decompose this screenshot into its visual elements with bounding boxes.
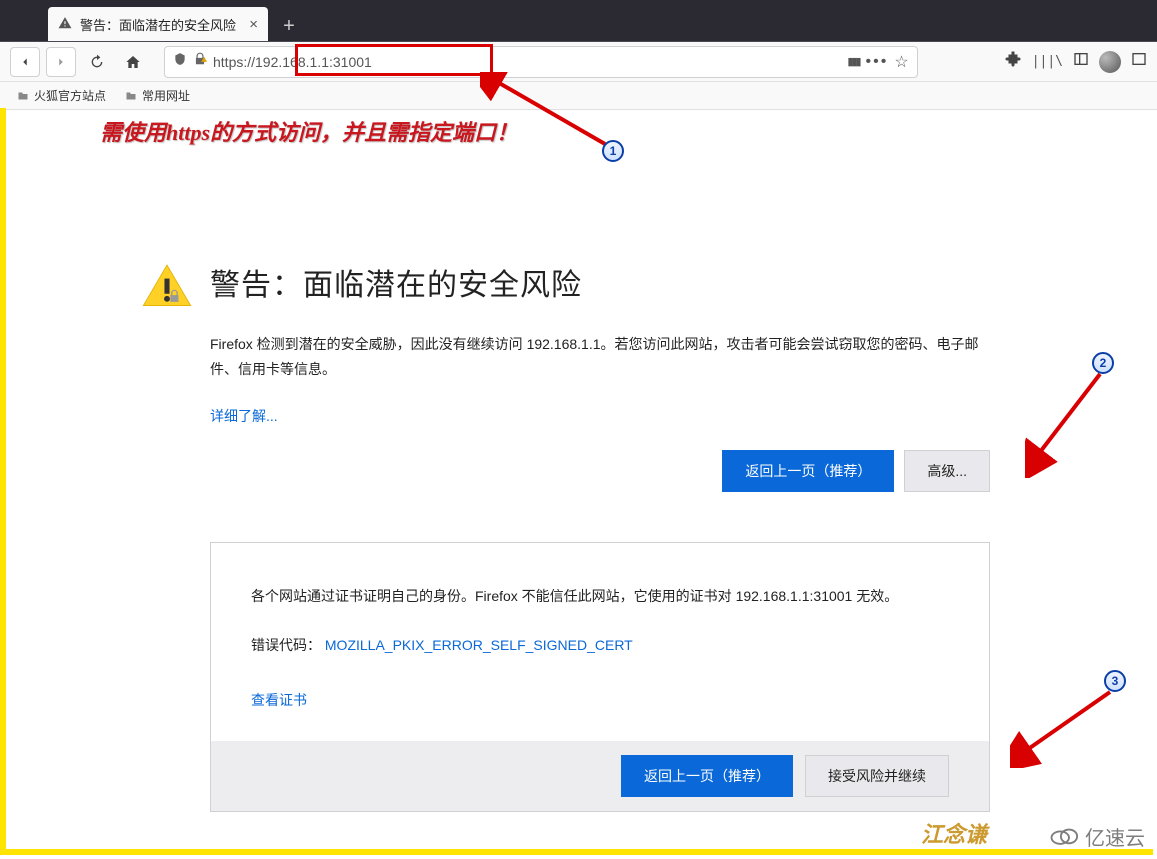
tab-title: 警告：面临潜在的安全风险 [80, 15, 236, 34]
advanced-details: 各个网站通过证书证明自己的身份。Firefox 不能信任此网站，它使用的证书对 … [210, 542, 990, 812]
error-code-label: 错误代码： [251, 637, 321, 653]
warning-title: 警告：面临潜在的安全风险 [210, 260, 990, 304]
toolbar-right: |||\ [1004, 50, 1147, 73]
home-button[interactable] [118, 47, 148, 77]
go-back-button[interactable]: 返回上一页（推荐） [722, 450, 894, 492]
author-watermark: 江念谦 [921, 817, 987, 849]
sidebar-icon[interactable] [1073, 51, 1089, 72]
back-button[interactable] [10, 47, 40, 77]
details-buttons: 返回上一页（推荐） 接受风险并继续 [211, 741, 989, 811]
details-go-back-button[interactable]: 返回上一页（推荐） [621, 755, 793, 797]
browser-tab[interactable]: 警告：面临潜在的安全风险 × [48, 7, 268, 41]
lock-warning-icon [193, 52, 207, 71]
advanced-button[interactable]: 高级... [904, 450, 990, 492]
bookmark-star-icon[interactable]: ☆ [894, 52, 908, 72]
annotation-arrow-2 [1025, 368, 1115, 478]
bookmark-label: 常用网址 [142, 87, 190, 104]
details-explain: 各个网站通过证书证明自己的身份。Firefox 不能信任此网站，它使用的证书对 … [251, 583, 949, 610]
view-certificate-link[interactable]: 查看证书 [251, 687, 307, 714]
page-actions-icon[interactable]: ••• [866, 53, 889, 71]
addons-icon[interactable] [1004, 50, 1022, 73]
accept-risk-button[interactable]: 接受风险并继续 [805, 755, 949, 797]
callout-1: 1 [602, 140, 624, 162]
url-text: https://192.168.1.1:31001 [213, 54, 841, 70]
close-tab-icon[interactable]: × [249, 16, 258, 33]
bookmark-folder[interactable]: 常用网址 [124, 87, 190, 104]
bookmark-label: 火狐官方站点 [34, 87, 106, 104]
library-icon[interactable]: |||\ [1032, 54, 1063, 69]
reader-icon[interactable]: ▮▮▮ [847, 55, 859, 68]
reload-button[interactable] [82, 47, 112, 77]
callout-2: 2 [1092, 352, 1114, 374]
forward-button[interactable] [46, 47, 76, 77]
annotation-hint: 需使用https的方式访问，并且需指定端口！ [100, 115, 518, 147]
account-avatar[interactable] [1099, 51, 1121, 73]
shield-icon [173, 52, 187, 71]
warning-icon [140, 260, 194, 319]
callout-3: 3 [1104, 670, 1126, 692]
warning-buttons: 返回上一页（推荐） 高级... [210, 450, 990, 492]
learn-more-link[interactable]: 详细了解... [210, 408, 278, 424]
customize-icon[interactable] [1131, 51, 1147, 72]
brand-watermark: 亿速云 [1049, 822, 1145, 851]
tab-strip: 警告：面临潜在的安全风险 × + [0, 0, 1157, 42]
error-code-link[interactable]: MOZILLA_PKIX_ERROR_SELF_SIGNED_CERT [325, 637, 633, 653]
bookmark-folder[interactable]: 火狐官方站点 [16, 87, 106, 104]
warning-block: 警告：面临潜在的安全风险 Firefox 检测到潜在的安全威胁，因此没有继续访问… [210, 260, 990, 812]
new-tab-button[interactable]: + [274, 11, 304, 41]
page-content: 警告：面临潜在的安全风险 Firefox 检测到潜在的安全威胁，因此没有继续访问… [0, 110, 1157, 859]
warning-triangle-icon [58, 16, 72, 33]
annotation-arrow-3 [1010, 688, 1120, 768]
brand-name: 亿速云 [1085, 822, 1145, 851]
warning-body: Firefox 检测到潜在的安全威胁，因此没有继续访问 192.168.1.1。… [210, 332, 990, 382]
